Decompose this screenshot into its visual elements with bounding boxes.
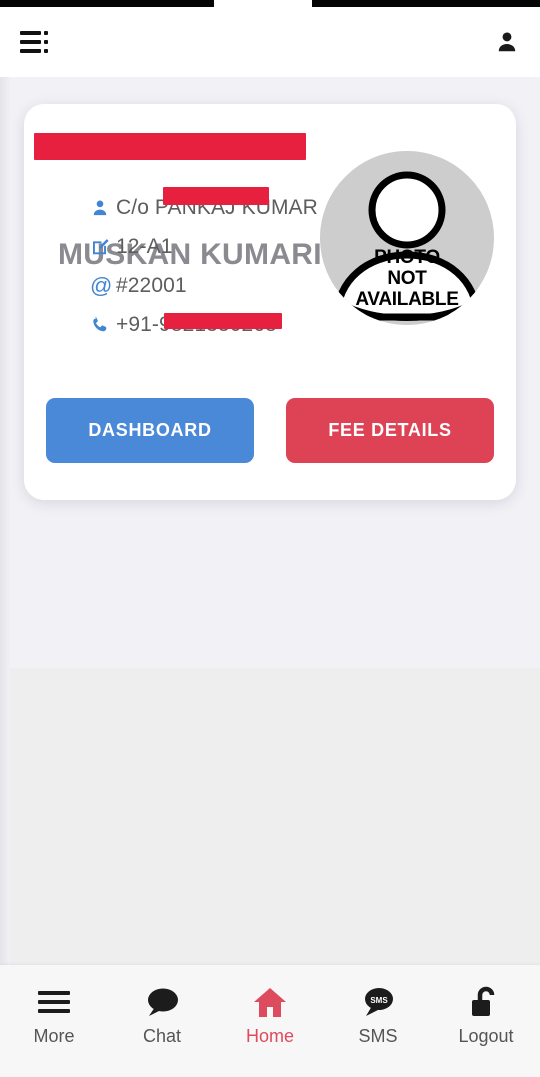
hamburger-line-3 bbox=[20, 49, 50, 53]
nav-item-more[interactable]: More bbox=[2, 983, 107, 1047]
page-background-lower bbox=[0, 668, 540, 965]
student-profile-card: MUSKAN KUMARI C/o PANKAJ KUMAR 12-A1 @ #… bbox=[24, 104, 516, 500]
status-bar-black-left bbox=[0, 0, 214, 7]
card-action-buttons: DASHBOARD FEE DETAILS bbox=[46, 398, 494, 463]
status-bar-black-right bbox=[312, 0, 540, 7]
hamburger-dot bbox=[44, 49, 48, 53]
redaction-bar-name bbox=[34, 133, 306, 160]
photo-not-available-text: PHOTO NOT AVAILABLE bbox=[320, 247, 494, 310]
redaction-bar-phone bbox=[164, 313, 282, 329]
bottom-navigation-bar: More Chat Home SMS SMS Logout bbox=[0, 965, 540, 1077]
hamburger-line-2 bbox=[20, 40, 50, 44]
status-bar-strip bbox=[0, 0, 540, 7]
nav-label-logout: Logout bbox=[458, 1026, 514, 1046]
at-sign-icon: @ bbox=[90, 272, 113, 298]
photo-not-available-avatar: PHOTO NOT AVAILABLE bbox=[320, 151, 494, 325]
hamburger-dot bbox=[44, 31, 48, 35]
home-house-icon bbox=[253, 983, 287, 1021]
nav-item-home[interactable]: Home bbox=[218, 983, 323, 1047]
open-padlock-icon bbox=[471, 983, 501, 1021]
pna-line-3: AVAILABLE bbox=[355, 289, 459, 310]
nav-label-home: Home bbox=[245, 1026, 294, 1046]
hamburger-menu-icon[interactable] bbox=[20, 31, 50, 53]
app-header bbox=[0, 7, 540, 77]
hamburger-menu-icon bbox=[38, 983, 70, 1021]
nav-item-sms[interactable]: SMS SMS bbox=[326, 983, 431, 1047]
nav-item-chat[interactable]: Chat bbox=[110, 983, 215, 1047]
nav-label-chat: Chat bbox=[142, 1026, 182, 1046]
chat-bubble-icon bbox=[145, 983, 179, 1021]
sms-bubble-icon: SMS bbox=[361, 983, 395, 1021]
dashboard-button[interactable]: DASHBOARD bbox=[46, 398, 254, 463]
svg-text:SMS: SMS bbox=[370, 996, 388, 1005]
fee-details-button[interactable]: FEE DETAILS bbox=[286, 398, 494, 463]
nav-item-logout[interactable]: Logout bbox=[434, 983, 539, 1047]
redaction-bar-guardian bbox=[163, 187, 269, 205]
hamburger-line-1 bbox=[20, 31, 50, 35]
page-background-edge bbox=[0, 77, 10, 965]
phone-icon bbox=[90, 314, 116, 336]
detail-value-class: 12-A1 bbox=[116, 234, 173, 258]
pna-line-2: NOT bbox=[387, 268, 427, 289]
hamburger-bar bbox=[20, 40, 41, 44]
account-person-icon[interactable] bbox=[494, 29, 520, 55]
pna-line-1: PHOTO bbox=[374, 247, 440, 268]
person-icon bbox=[90, 197, 116, 219]
hamburger-dot bbox=[44, 40, 48, 44]
nav-label-more: More bbox=[33, 1026, 75, 1046]
hamburger-bar bbox=[20, 31, 41, 35]
hamburger-bar bbox=[20, 49, 41, 53]
edit-square-icon bbox=[90, 236, 116, 258]
nav-label-sms: SMS bbox=[358, 1026, 398, 1046]
detail-value-id: #22001 bbox=[116, 273, 187, 297]
